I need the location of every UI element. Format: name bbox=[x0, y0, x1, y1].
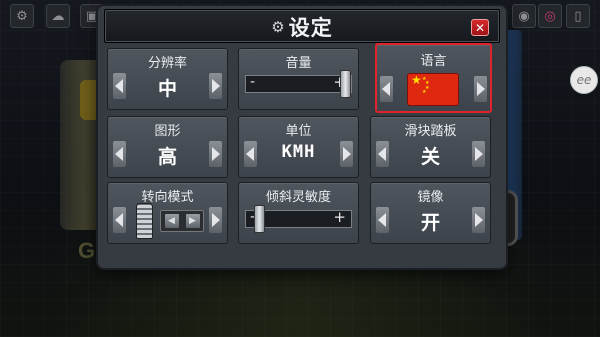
dialog-title: 设定 bbox=[288, 16, 333, 40]
volume-slider[interactable]: - + bbox=[245, 70, 352, 98]
settings-dialog: ⚙ 设定 ✕ 分辨率 中 音量 - + 语言 ★ ★ ★ ★ ★ 图形 bbox=[98, 6, 506, 268]
mini-left-arrow-icon: ◀ bbox=[164, 214, 179, 228]
mirror-next-arrow[interactable] bbox=[472, 207, 485, 233]
china-flag-icon: ★ ★ ★ ★ ★ bbox=[408, 74, 458, 105]
slider-pedal-value: 关 bbox=[420, 146, 440, 168]
volume-minus: - bbox=[250, 74, 256, 90]
language-next-arrow[interactable] bbox=[474, 76, 487, 102]
resolution-label: 分辨率 bbox=[147, 56, 187, 71]
mirror-value: 开 bbox=[420, 212, 440, 234]
slider-pedal-next-arrow[interactable] bbox=[472, 141, 485, 167]
steering-mode-prev-arrow[interactable] bbox=[113, 207, 126, 233]
tilt-sensitivity-plus: + bbox=[333, 208, 346, 226]
camera-icon[interactable]: ◉ bbox=[512, 4, 536, 28]
arrow-buttons-icon: ◀ ▶ bbox=[160, 210, 204, 232]
units-setting: 单位 KMH bbox=[238, 116, 359, 178]
instagram-icon[interactable]: ◎ bbox=[538, 4, 562, 28]
pedal-icon bbox=[136, 203, 153, 239]
tilt-sensitivity-label: 倾斜灵敏度 bbox=[265, 190, 331, 205]
graphics-value: 高 bbox=[157, 146, 177, 168]
resolution-setting: 分辨率 中 bbox=[107, 48, 228, 110]
resolution-value: 中 bbox=[157, 78, 177, 100]
mirror-label: 镜像 bbox=[417, 190, 444, 205]
close-button[interactable]: ✕ bbox=[471, 19, 489, 36]
slider-pedal-prev-arrow[interactable] bbox=[376, 141, 389, 167]
volume-label: 音量 bbox=[285, 56, 312, 71]
tilt-sensitivity-slider[interactable]: - + bbox=[245, 205, 352, 233]
steering-mode-next-arrow[interactable] bbox=[209, 207, 222, 233]
volume-slider-knob[interactable] bbox=[340, 70, 351, 98]
graphics-prev-arrow[interactable] bbox=[113, 141, 126, 167]
tilt-sensitivity-setting: 倾斜灵敏度 - + bbox=[238, 182, 359, 244]
steering-mode-label: 转向模式 bbox=[141, 190, 194, 205]
gear-icon[interactable]: ⚙ bbox=[10, 4, 34, 28]
language-setting[interactable]: 语言 ★ ★ ★ ★ ★ bbox=[375, 43, 492, 113]
mirror-prev-arrow[interactable] bbox=[376, 207, 389, 233]
door-icon[interactable]: ▯ bbox=[566, 4, 590, 28]
settings-titlebar: ⚙ 设定 ✕ bbox=[104, 9, 500, 43]
steering-mode-setting: 转向模式 ◀ ▶ bbox=[107, 182, 228, 244]
resolution-next-arrow[interactable] bbox=[209, 73, 222, 99]
units-next-arrow[interactable] bbox=[340, 141, 353, 167]
slider-pedal-label: 滑块踏板 bbox=[404, 124, 457, 139]
tilt-sensitivity-slider-knob[interactable] bbox=[254, 205, 265, 233]
mirror-setting: 镜像 开 bbox=[370, 182, 491, 244]
graphics-label: 图形 bbox=[154, 124, 181, 139]
side-chat-bubble-icon[interactable]: ee bbox=[570, 66, 598, 94]
graphics-setting: 图形 高 bbox=[107, 116, 228, 178]
slider-pedal-setting: 滑块踏板 关 bbox=[370, 116, 491, 178]
cloud-icon[interactable]: ☁ bbox=[46, 4, 70, 28]
units-prev-arrow[interactable] bbox=[244, 141, 257, 167]
volume-setting: 音量 - + bbox=[238, 48, 359, 110]
graphics-next-arrow[interactable] bbox=[209, 141, 222, 167]
units-label: 单位 bbox=[285, 124, 312, 139]
language-label: 语言 bbox=[420, 54, 447, 69]
language-prev-arrow[interactable] bbox=[380, 76, 393, 102]
settings-gear-icon: ⚙ bbox=[271, 18, 285, 36]
units-value: KMH bbox=[281, 142, 316, 162]
resolution-prev-arrow[interactable] bbox=[113, 73, 126, 99]
mini-right-arrow-icon: ▶ bbox=[185, 214, 200, 228]
